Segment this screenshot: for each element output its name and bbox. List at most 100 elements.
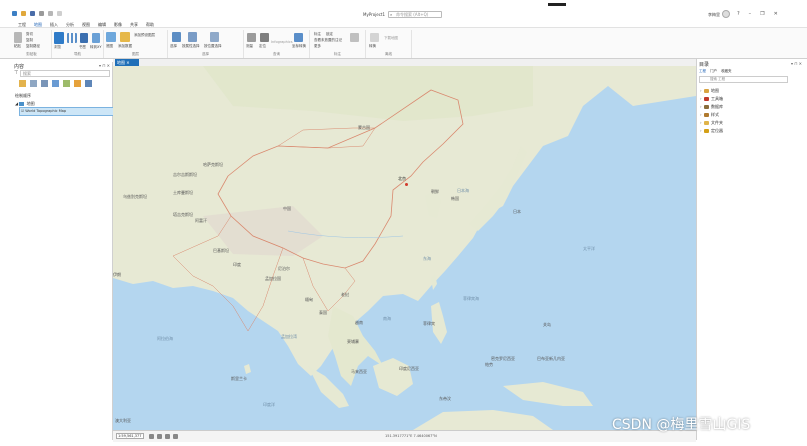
lock-button[interactable]: 锁定 (326, 32, 333, 37)
label-palau: 帕劳 (485, 362, 493, 367)
catalog-search-input[interactable]: 搜索 工程 (699, 76, 788, 83)
basemap-label: 底图 (106, 44, 113, 48)
save-project-icon[interactable] (30, 11, 35, 16)
grid-icon[interactable] (149, 434, 154, 439)
map-status-bar: 1:59,561,377 151.3917771°E 7.4640067°N (113, 430, 696, 442)
download-map-button[interactable]: 下载地图 (384, 36, 398, 41)
label-sea-of-japan: 日本海 (457, 188, 469, 193)
group-name: 图层 (132, 52, 139, 56)
borneo-island (373, 358, 413, 396)
label-japan: 日本 (513, 209, 521, 214)
label-philippines: 菲律宾 (423, 321, 435, 326)
list-by-editing-icon[interactable] (52, 80, 59, 87)
add-preset-button[interactable]: 添加预设图层 (134, 33, 155, 38)
label-button[interactable]: 标注 (314, 32, 321, 37)
pane-controls[interactable]: ▾ ⊓ ✕ (791, 61, 802, 66)
infographics-button[interactable]: Infographics (271, 40, 293, 44)
catalog-item-styles[interactable]: › 样式 (700, 111, 723, 119)
tab-map-view[interactable]: 地图 ✕ (115, 59, 139, 66)
copy-path-button[interactable]: 复制路径 (26, 44, 40, 49)
label-class-icon[interactable] (350, 33, 359, 42)
label-china: 中国 (283, 206, 291, 211)
label-micronesia: 密克罗尼西亚 (491, 356, 515, 361)
catalog-item-toolboxes[interactable]: › 工具箱 (700, 95, 723, 103)
list-by-snapping-icon[interactable] (63, 80, 70, 87)
label-uzbekistan: 乌兹别克斯坦 (123, 194, 147, 199)
add-data-label: 添加数据 (118, 44, 132, 48)
catalog-item-maps[interactable]: › 地图 (700, 87, 723, 95)
ribbon: 粘贴 剪切 复制 复制路径 剪贴板 浏览 书签 转到XY 导航 底图 添加数据 … (0, 27, 807, 59)
catalog-item-locators[interactable]: › 定位器 (700, 127, 723, 135)
contents-title: 内容 (14, 64, 25, 70)
expand-icon[interactable]: ◢ (15, 101, 18, 106)
tab-portal[interactable]: 门户 (710, 69, 717, 74)
maximize-icon[interactable]: ❐ (760, 11, 764, 17)
catalog-item-databases[interactable]: › 数据库 (700, 103, 723, 111)
list-by-labeling-icon[interactable] (74, 80, 81, 87)
label-kazakhstan: 哈萨克斯坦 (203, 162, 223, 167)
contents-search-input[interactable]: 搜索 (20, 70, 110, 77)
select-icon[interactable] (172, 32, 181, 42)
select-by-attributes-icon[interactable] (188, 32, 197, 42)
pane-controls[interactable]: ▾ ⊓ ✕ (99, 63, 110, 68)
lock-icon[interactable] (157, 434, 162, 439)
undo-icon[interactable] (39, 11, 44, 16)
layer-item[interactable]: ☑ World Topographic Map (19, 107, 123, 116)
explore-icon[interactable] (54, 32, 64, 44)
convert-icon[interactable] (370, 33, 379, 42)
label-bay-of-bengal: 孟加拉湾 (281, 334, 297, 339)
label-png: 巴布亚新几内亚 (537, 356, 565, 361)
layer-label: World Topographic Map (25, 109, 67, 113)
unplaced-annotation-button[interactable]: 查看未放置的注记 (314, 38, 342, 43)
zoom-grid-icon[interactable] (67, 33, 77, 43)
more-button[interactable]: 更多 (314, 44, 321, 49)
label-guam: 关岛 (543, 322, 551, 327)
filter-icon[interactable]: ⊤ (14, 70, 18, 76)
catalog-tabs: 工程 门户 收藏夹 (699, 69, 732, 74)
label-turkmenistan: 土库曼斯坦 (173, 190, 193, 195)
list-by-source-icon[interactable] (30, 80, 37, 87)
goto-xy-icon[interactable] (92, 33, 100, 43)
locator-icon (704, 129, 709, 133)
locate-icon[interactable] (260, 33, 269, 42)
cut-button[interactable]: 剪切 (26, 32, 33, 37)
status-tools (149, 434, 178, 439)
new-guinea-island (503, 382, 593, 406)
catalog-pane: 目录 ▾ ⊓ ✕ 工程 门户 收藏夹 搜索 工程 › 地图 › 工具箱 › 数据库 ›… (696, 59, 807, 440)
minimize-icon[interactable]: – (749, 11, 752, 17)
map-view[interactable]: 蒙古国 哈萨克斯坦 吉尔吉斯斯坦 乌兹别克斯坦 土库曼斯坦 塔吉克斯坦 阿富汗 … (113, 66, 696, 430)
contents-pane: 内容 ▾ ⊓ ✕ ⊤ 搜索 绘制顺序 ◢ 地图 ☑ World Topograp… (12, 62, 123, 440)
basemap-icon[interactable] (106, 32, 116, 42)
close-icon[interactable]: ✕ (774, 11, 778, 17)
list-by-drawing-order-icon[interactable] (19, 80, 26, 87)
scale-selector[interactable]: 1:59,561,377 (116, 433, 144, 439)
label-malaysia: 马来西亚 (351, 369, 367, 374)
copy-button[interactable]: 复制 (26, 38, 33, 43)
add-data-icon[interactable] (120, 32, 130, 42)
help-icon[interactable]: ? (737, 11, 740, 17)
avatar[interactable] (722, 10, 730, 18)
new-project-icon[interactable] (12, 11, 17, 16)
rotate-icon[interactable] (165, 434, 170, 439)
select-by-location-icon[interactable] (210, 32, 219, 42)
command-search-input[interactable]: ⌕ 命令搜索 (Alt+Q) (388, 11, 442, 18)
list-by-charts-icon[interactable] (85, 80, 92, 87)
drawing-order-heading: 绘制顺序 (15, 93, 31, 98)
tab-favorites[interactable]: 收藏夹 (721, 69, 732, 74)
label-bangladesh: 孟加拉国 (265, 276, 281, 281)
user-name[interactable]: 李梅里 (708, 12, 720, 18)
measure-icon[interactable] (247, 33, 256, 42)
layer-visibility-checkbox[interactable]: ☑ (21, 109, 24, 113)
pause-icon[interactable] (173, 434, 178, 439)
open-project-icon[interactable] (21, 11, 26, 16)
customize-icon[interactable] (57, 11, 62, 16)
label-philippine-sea: 菲律宾海 (463, 296, 479, 301)
catalog-item-folders[interactable]: › 文件夹 (700, 119, 723, 127)
list-by-selection-icon[interactable] (41, 80, 48, 87)
coordinate-conversion-icon[interactable] (294, 33, 303, 42)
redo-icon[interactable] (48, 11, 53, 16)
paste-icon[interactable] (14, 32, 22, 43)
close-tab-icon[interactable]: ✕ (126, 60, 129, 65)
tab-project[interactable]: 工程 (699, 69, 706, 74)
bookmarks-icon[interactable] (80, 33, 88, 43)
